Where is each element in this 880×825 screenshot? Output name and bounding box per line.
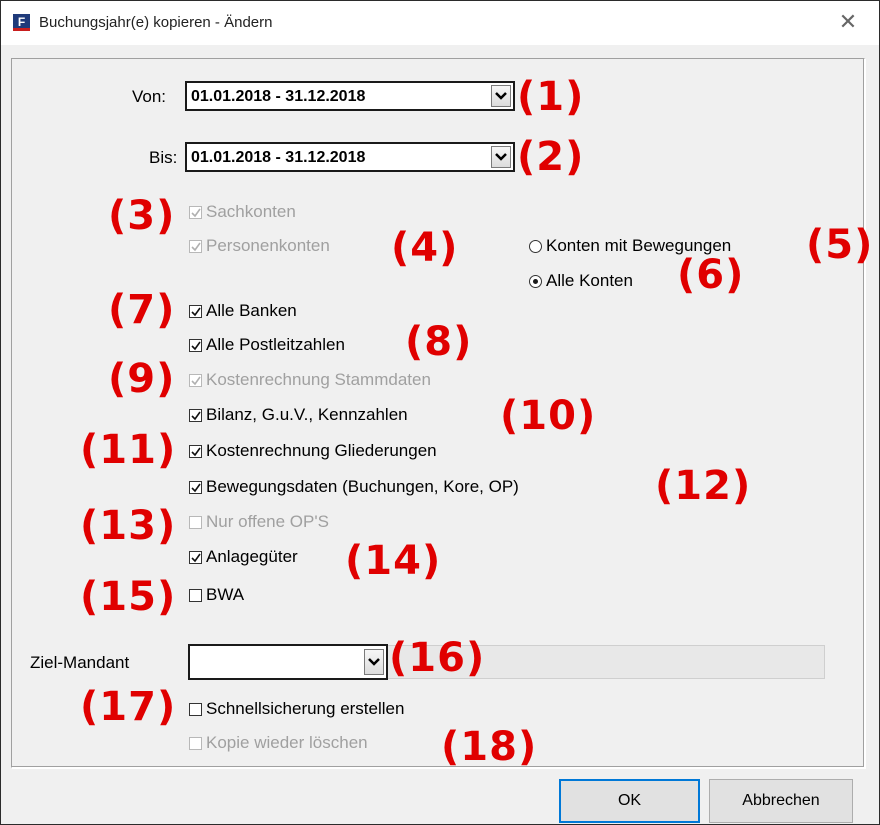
checkbox-kostenrechnung-gliederungen[interactable]: Kostenrechnung Gliederungen: [189, 441, 437, 461]
checkbox-schnellsicherung[interactable]: Schnellsicherung erstellen: [189, 699, 404, 719]
checkbox-box[interactable]: [189, 373, 202, 387]
checkbox-kostenrechnung-stammdaten[interactable]: Kostenrechnung Stammdaten: [189, 370, 431, 390]
app-icon: F: [13, 14, 30, 31]
von-value: 01.01.2018 - 31.12.2018: [191, 88, 366, 105]
annotation-10: (10): [500, 393, 597, 439]
annotation-14: (14): [345, 538, 442, 584]
checkbox-box[interactable]: [189, 736, 202, 750]
annotation-17: (17): [80, 684, 177, 730]
checkbox-label: Schnellsicherung erstellen: [206, 699, 405, 718]
checkbox-label: Kopie wieder löschen: [206, 733, 368, 752]
checkbox-kopie-loeschen[interactable]: Kopie wieder löschen: [189, 733, 368, 753]
annotation-2: (2): [517, 134, 585, 180]
checkbox-bilanz[interactable]: Bilanz, G.u.V., Kennzahlen: [189, 405, 408, 425]
annotation-8: (8): [405, 319, 473, 365]
checkbox-label: Personenkonten: [206, 236, 330, 255]
ziel-mandant-label: Ziel-Mandant: [30, 653, 130, 672]
annotation-9: (9): [108, 356, 176, 402]
checkbox-label: Nur offene OP'S: [206, 512, 329, 531]
checkbox-bwa[interactable]: BWA: [189, 585, 244, 605]
checkbox-box[interactable]: [189, 205, 202, 219]
annotation-1: (1): [517, 74, 585, 120]
annotation-12: (12): [655, 463, 752, 509]
chevron-down-icon[interactable]: [491, 146, 511, 168]
checkbox-bewegungsdaten[interactable]: Bewegungsdaten (Buchungen, Kore, OP): [189, 477, 519, 497]
chevron-down-icon[interactable]: [364, 649, 384, 675]
radio-label: Alle Konten: [546, 271, 633, 290]
checkbox-sachkonten[interactable]: Sachkonten: [189, 202, 296, 222]
bis-label: Bis:: [149, 148, 178, 167]
checkbox-alle-banken[interactable]: Alle Banken: [189, 301, 297, 321]
checkbox-box[interactable]: [189, 480, 202, 494]
annotation-3: (3): [108, 193, 176, 239]
checkbox-nur-offene-ops[interactable]: Nur offene OP'S: [189, 512, 329, 532]
radio-button[interactable]: [529, 274, 542, 288]
bis-select[interactable]: 01.01.2018 - 31.12.2018: [185, 142, 515, 172]
checkbox-personenkonten[interactable]: Personenkonten: [189, 236, 330, 256]
ok-button[interactable]: OK: [559, 779, 700, 823]
checkbox-alle-postleitzahlen[interactable]: Alle Postleitzahlen: [189, 335, 345, 355]
checkbox-box[interactable]: [189, 239, 202, 253]
checkbox-box[interactable]: [189, 304, 202, 318]
annotation-16: (16): [389, 635, 486, 681]
radio-alle-konten[interactable]: Alle Konten: [529, 271, 633, 291]
annotation-6: (6): [677, 252, 745, 298]
annotation-13: (13): [80, 503, 177, 549]
checkbox-box[interactable]: [189, 338, 202, 352]
annotation-7: (7): [108, 287, 176, 333]
cancel-button[interactable]: Abbrechen: [709, 779, 853, 823]
checkbox-label: Anlagegüter: [206, 547, 298, 566]
checkbox-box[interactable]: [189, 702, 202, 716]
von-select[interactable]: 01.01.2018 - 31.12.2018: [185, 81, 515, 111]
radio-button[interactable]: [529, 239, 542, 253]
checkbox-label: Alle Postleitzahlen: [206, 335, 345, 354]
checkbox-anlagegueter[interactable]: Anlagegüter: [189, 547, 298, 567]
ziel-mandant-select[interactable]: [188, 644, 388, 680]
bis-value: 01.01.2018 - 31.12.2018: [191, 149, 366, 166]
annotation-5: (5): [806, 222, 874, 268]
checkbox-label: BWA: [206, 585, 245, 604]
annotation-15: (15): [80, 574, 177, 620]
checkbox-box[interactable]: [189, 588, 202, 602]
von-label: Von:: [132, 87, 167, 106]
checkbox-box[interactable]: [189, 408, 202, 422]
annotation-4: (4): [391, 225, 459, 271]
checkbox-label: Sachkonten: [206, 202, 296, 221]
chevron-down-icon[interactable]: [491, 85, 511, 107]
checkbox-label: Bewegungsdaten (Buchungen, Kore, OP): [206, 477, 519, 496]
close-icon[interactable]: ✕: [833, 9, 863, 37]
window-title: Buchungsjahr(e) kopieren - Ändern: [39, 14, 273, 31]
checkbox-label: Kostenrechnung Gliederungen: [206, 441, 437, 460]
checkbox-box[interactable]: [189, 515, 202, 529]
checkbox-label: Kostenrechnung Stammdaten: [206, 370, 431, 389]
title-bar: F Buchungsjahr(e) kopieren - Ändern ✕: [1, 1, 879, 45]
checkbox-label: Bilanz, G.u.V., Kennzahlen: [206, 405, 408, 424]
annotation-11: (11): [80, 427, 177, 473]
checkbox-box[interactable]: [189, 444, 202, 458]
checkbox-label: Alle Banken: [206, 301, 297, 320]
checkbox-box[interactable]: [189, 550, 202, 564]
annotation-18: (18): [441, 724, 538, 770]
